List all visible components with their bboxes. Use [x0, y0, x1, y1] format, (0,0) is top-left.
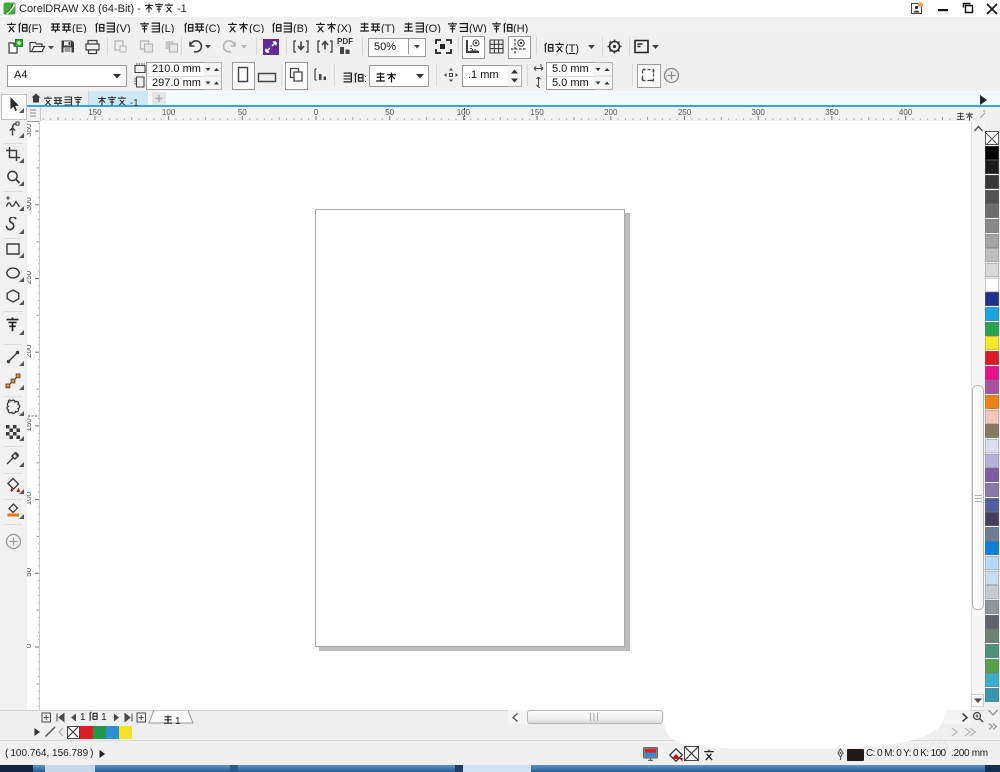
svg-text:200: 200 [27, 344, 33, 358]
svg-text:350: 350 [27, 123, 33, 137]
svg-text:150: 150 [530, 108, 544, 117]
svg-text:50: 50 [238, 108, 247, 117]
svg-text:250: 250 [27, 270, 33, 284]
svg-text:100: 100 [27, 491, 33, 505]
svg-text:100: 100 [457, 108, 471, 117]
svg-text:50: 50 [27, 567, 33, 576]
svg-text:300: 300 [752, 108, 766, 117]
svg-text:300: 300 [27, 197, 33, 211]
svg-text:350: 350 [825, 108, 839, 117]
svg-text:250: 250 [678, 108, 692, 117]
svg-text:150: 150 [88, 108, 102, 117]
svg-text:0: 0 [314, 108, 319, 117]
svg-text:100: 100 [162, 108, 176, 117]
svg-text:200: 200 [604, 108, 618, 117]
svg-text:400: 400 [899, 108, 913, 117]
svg-text:50: 50 [385, 108, 394, 117]
svg-text:150: 150 [27, 418, 33, 432]
svg-text:0: 0 [27, 643, 33, 648]
